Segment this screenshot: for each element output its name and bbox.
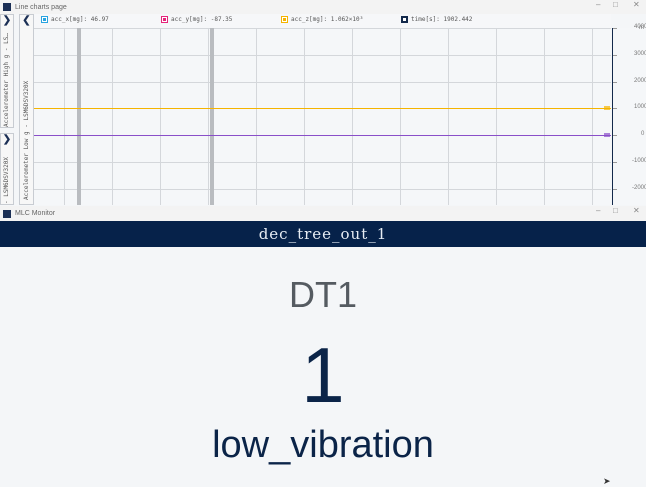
register-header: dec_tree_out_1 <box>0 221 646 247</box>
legend-item-acc-z[interactable]: acc_z[mg]: 1.062×10³ <box>281 16 363 23</box>
legend-label: time[s]: 1902.442 <box>411 16 473 23</box>
minimize-button[interactable]: – <box>596 206 600 215</box>
tick-mark <box>613 108 617 110</box>
maximize-button[interactable]: □ <box>613 206 618 215</box>
y-tick-label: -1000 <box>632 158 646 165</box>
highlight-band <box>210 28 214 205</box>
window-title: Line charts page <box>15 3 67 11</box>
series-line <box>34 135 611 137</box>
swatch-icon <box>41 16 48 23</box>
tick-mark <box>613 188 617 190</box>
minimize-button[interactable]: – <box>596 0 600 9</box>
highlight-band <box>77 28 81 205</box>
grid-line-horizontal <box>34 162 611 164</box>
y-axis: m 4000 3000 2000 1000 0 -1000 -2000 <box>612 24 646 205</box>
tree-name: DT1 <box>288 274 357 315</box>
top-window-titlebar: Line charts page – □ ✕ <box>0 0 646 14</box>
series-line <box>34 108 611 110</box>
swatch-icon <box>401 16 408 23</box>
chevron-right-icon[interactable]: ❯ <box>1 134 13 145</box>
app-logo-icon <box>3 3 11 11</box>
swatch-icon <box>281 16 288 23</box>
grid-line-horizontal <box>34 54 611 56</box>
legend-item-acc-y[interactable]: acc_y[mg]: -87.35 <box>161 16 232 23</box>
legend-label: acc_z[mg]: 1.062×10³ <box>291 16 364 23</box>
legend-label: acc_x[mg]: 46.97 <box>51 16 109 23</box>
plot-area[interactable] <box>34 28 611 205</box>
close-button[interactable]: ✕ <box>633 0 640 9</box>
chart-panel-label: Accelerometer Low g - LSM6DSV320X <box>23 80 30 200</box>
window-title: MLC Monitor <box>15 210 56 217</box>
chevron-left-icon[interactable]: ❮ <box>20 15 33 26</box>
y-tick-label: 2000 <box>634 77 646 84</box>
legend-label: acc_y[mg]: -87.35 <box>171 16 233 23</box>
y-tick-label: 3000 <box>634 50 646 57</box>
app-logo-icon <box>3 209 11 218</box>
legend-item-time[interactable]: time[s]: 1902.442 <box>401 16 472 23</box>
panel-label: - LSM6DSV320X <box>3 157 10 204</box>
tick-mark <box>613 162 617 164</box>
series-end-marker <box>604 106 610 111</box>
y-tick-label: -2000 <box>632 184 646 191</box>
grid-line-horizontal <box>34 188 611 190</box>
tick-mark <box>613 54 617 56</box>
side-panel-low-g[interactable]: ❯ - LSM6DSV320X <box>0 133 14 205</box>
chart-legend: acc_x[mg]: 46.97 acc_y[mg]: -87.35 acc_z… <box>34 14 611 29</box>
grid-line-horizontal <box>34 81 611 83</box>
y-tick-label: 0 <box>641 131 645 138</box>
tick-mark <box>613 135 617 137</box>
tick-mark <box>613 28 617 29</box>
tick-mark <box>613 81 617 83</box>
legend-item-acc-x[interactable]: acc_x[mg]: 46.97 <box>41 16 109 23</box>
side-panel-high-g[interactable]: ❯ Accelerometer High g - LS… <box>0 14 14 128</box>
chevron-right-icon[interactable]: ❯ <box>1 15 13 26</box>
grid-line-horizontal <box>34 28 611 29</box>
y-tick-label: 4000 <box>634 24 646 30</box>
bottom-window-titlebar: MLC Monitor – □ ✕ <box>0 206 646 221</box>
panel-label: Accelerometer High g - LS… <box>3 33 10 127</box>
close-button[interactable]: ✕ <box>633 206 640 215</box>
series-end-marker <box>604 133 610 138</box>
chart-panel-strip: ❮ Accelerometer Low g - LSM6DSV320X <box>19 14 34 205</box>
tree-output-value: 1 <box>301 331 345 419</box>
class-label: low_vibration <box>212 424 434 466</box>
mouse-cursor-icon: ➤ <box>603 476 611 486</box>
swatch-icon <box>161 16 168 23</box>
maximize-button[interactable]: □ <box>613 0 618 9</box>
y-tick-label: 1000 <box>634 104 646 111</box>
